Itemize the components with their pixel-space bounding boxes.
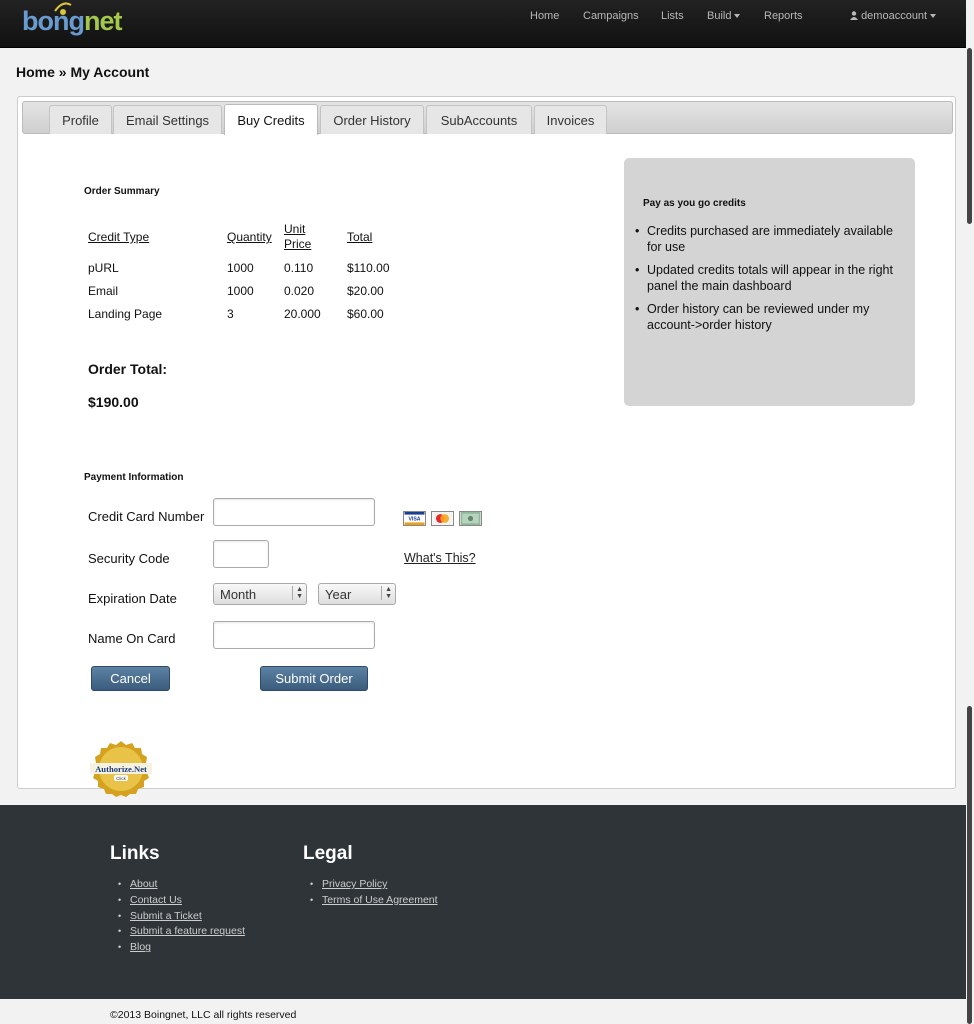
visa-icon: VISA [403, 511, 426, 526]
footer-legal-list: Privacy Policy Terms of Use Agreement [310, 877, 438, 909]
footer-links-heading: Links [110, 843, 160, 864]
footer-link-about[interactable]: About [118, 877, 245, 893]
footer-link-terms[interactable]: Terms of Use Agreement [310, 893, 438, 909]
col-credit-type: Credit Type [88, 230, 150, 244]
tab-email-settings[interactable]: Email Settings [113, 105, 222, 134]
col-unit-price-line2: Price [284, 237, 312, 251]
scrollbar-thumb[interactable] [967, 48, 972, 224]
tab-profile[interactable]: Profile [49, 105, 112, 134]
year-select[interactable]: Year ▲ ▼ [318, 583, 396, 605]
tab-buy-credits[interactable]: Buy Credits [224, 104, 318, 135]
list-item: Order history can be reviewed under my a… [634, 302, 904, 333]
tab-order-history[interactable]: Order History [320, 105, 424, 134]
info-box: Pay as you go credits Credits purchased … [624, 158, 915, 406]
name-on-card-label: Name On Card [88, 631, 176, 646]
footer-link-ticket[interactable]: Submit a Ticket [118, 909, 245, 925]
whats-this-link[interactable]: What's This? [404, 551, 476, 565]
footer-link-privacy[interactable]: Privacy Policy [310, 877, 438, 893]
boingnet-logo[interactable]: bongnet [22, 2, 122, 37]
nav-campaigns[interactable]: Campaigns [583, 10, 639, 22]
caret-down-icon [734, 14, 741, 19]
row-price: 20.000 [284, 307, 321, 321]
month-select[interactable]: Month ▲ ▼ [213, 583, 307, 605]
scrollbar-thumb-lower[interactable] [967, 706, 972, 1024]
row-qty: 3 [227, 307, 234, 321]
footer: Links About Contact Us Submit a Ticket S… [0, 805, 966, 999]
row-type: Landing Page [88, 307, 163, 321]
svg-text:Authorize.Net: Authorize.Net [95, 764, 147, 774]
breadcrumb: Home » My Account [16, 64, 150, 80]
amex-icon [459, 511, 482, 526]
card-number-input[interactable] [213, 498, 375, 526]
col-unit-price-line1: Unit [284, 222, 306, 236]
nav-lists[interactable]: Lists [661, 10, 684, 22]
row-total: $60.00 [347, 307, 384, 321]
row-price: 0.110 [284, 261, 314, 275]
top-navbar: bongnet Home Campaigns Lists Build Repor… [0, 0, 974, 48]
footer-links-list: About Contact Us Submit a Ticket Submit … [118, 877, 245, 956]
security-code-input[interactable] [213, 540, 269, 568]
list-item: Credits purchased are immediately availa… [634, 224, 904, 255]
nav-home[interactable]: Home [530, 10, 559, 22]
user-icon [850, 11, 858, 20]
security-code-label: Security Code [88, 551, 170, 566]
card-number-label: Credit Card Number [88, 509, 205, 524]
footer-link-feature-request[interactable]: Submit a feature request [118, 924, 245, 940]
account-panel: Profile Email Settings Buy Credits Order… [17, 96, 956, 789]
logo-figure-icon [54, 2, 72, 15]
list-item: Updated credits totals will appear in th… [634, 263, 904, 294]
row-total: $20.00 [347, 284, 384, 298]
select-arrows-icon: ▲ ▼ [381, 586, 392, 600]
submit-order-button[interactable]: Submit Order [260, 666, 368, 691]
caret-down-icon [930, 14, 937, 19]
tab-invoices[interactable]: Invoices [534, 105, 607, 134]
copyright-text: ©2013 Boingnet, LLC all rights reserved [110, 1009, 297, 1021]
row-qty: 1000 [227, 284, 254, 298]
expiration-date-label: Expiration Date [88, 591, 177, 606]
svg-text:VISA: VISA [408, 517, 420, 523]
cancel-button[interactable]: Cancel [91, 666, 170, 691]
order-total-label: Order Total: [88, 361, 168, 377]
nav-account-menu[interactable]: demoaccount [850, 10, 937, 22]
tab-subaccounts[interactable]: SubAccounts [426, 105, 532, 134]
nav-build[interactable]: Build [707, 10, 741, 22]
name-on-card-input[interactable] [213, 621, 375, 649]
row-type: Email [88, 284, 119, 298]
info-box-title: Pay as you go credits [643, 198, 746, 209]
tab-bar: Profile Email Settings Buy Credits Order… [22, 101, 953, 135]
row-type: pURL [88, 261, 119, 275]
col-quantity: Quantity [227, 230, 272, 244]
authorize-net-seal[interactable]: Authorize.Net Click [90, 741, 152, 797]
row-qty: 1000 [227, 261, 254, 275]
mastercard-icon [431, 511, 454, 526]
footer-link-contact[interactable]: Contact Us [118, 893, 245, 909]
order-total-value: $190.00 [88, 394, 139, 410]
nav-reports[interactable]: Reports [764, 10, 803, 22]
row-total: $110.00 [347, 261, 390, 275]
order-summary-heading: Order Summary [84, 186, 160, 197]
footer-link-blog[interactable]: Blog [118, 940, 245, 956]
select-arrows-icon: ▲ ▼ [292, 586, 303, 600]
svg-text:Click: Click [116, 776, 126, 781]
footer-legal-heading: Legal [303, 843, 353, 864]
row-price: 0.020 [284, 284, 315, 298]
payment-info-heading: Payment Information [84, 472, 184, 483]
col-total: Total [347, 230, 373, 244]
info-box-list: Credits purchased are immediately availa… [634, 224, 904, 341]
page-scrollbar[interactable] [966, 0, 974, 1024]
